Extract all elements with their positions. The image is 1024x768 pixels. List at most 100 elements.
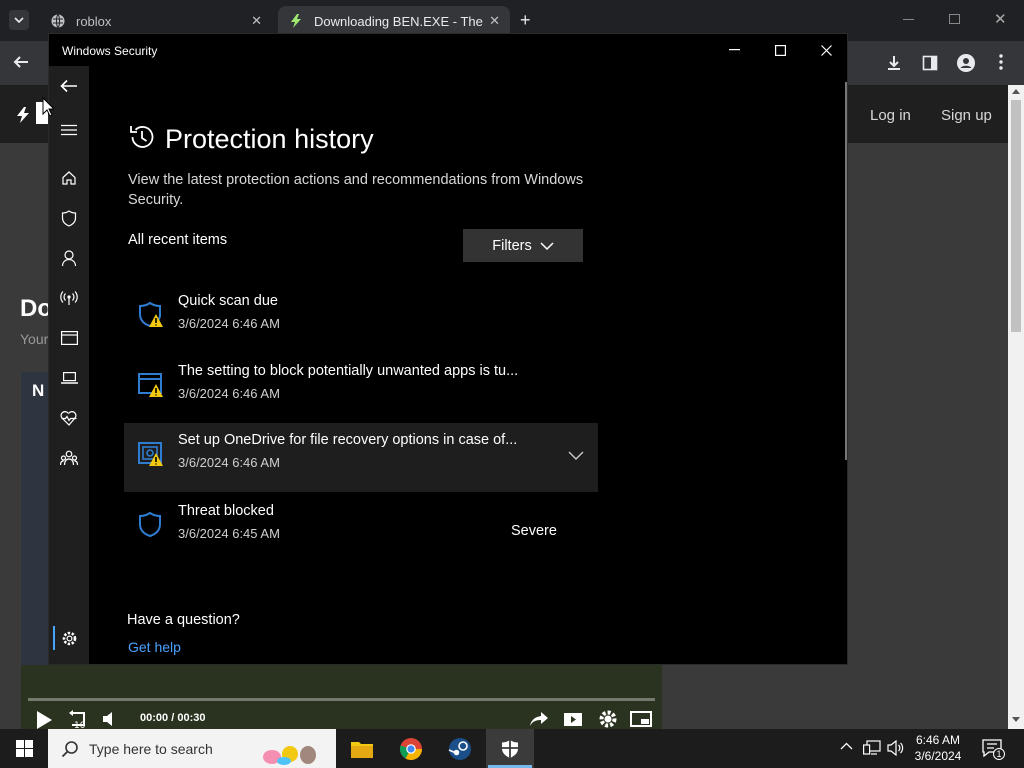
start-button[interactable] xyxy=(0,729,48,768)
taskbar-file-explorer[interactable] xyxy=(338,729,386,768)
nav-firewall[interactable] xyxy=(59,288,79,308)
search-icon xyxy=(61,740,78,757)
taskbar-clock[interactable]: 6:46 AM 3/6/2024 xyxy=(910,732,966,764)
volume-icon[interactable] xyxy=(887,740,905,756)
taskbar-chrome[interactable] xyxy=(387,729,435,768)
chrome-icon xyxy=(399,737,422,760)
steam-icon xyxy=(448,737,471,760)
settings-gear-icon[interactable] xyxy=(598,709,618,729)
maximize-button[interactable] xyxy=(757,34,803,66)
play-icon[interactable] xyxy=(35,710,53,730)
nav-virus-protection[interactable] xyxy=(59,208,79,228)
windows-logo-icon xyxy=(15,740,33,757)
taskbar-steam[interactable] xyxy=(436,729,484,768)
page-description: View the latest protection actions and r… xyxy=(128,172,584,208)
taskbar-search-box[interactable]: Type here to search xyxy=(48,729,336,768)
miniplayer-icon[interactable] xyxy=(630,711,652,727)
history-item-title: Threat blocked xyxy=(178,503,274,519)
nav-home[interactable] xyxy=(59,168,79,188)
minimize-browser-icon[interactable] xyxy=(903,19,914,20)
settings-selection-indicator xyxy=(53,626,55,650)
history-item-onedrive[interactable]: Set up OneDrive for file recovery option… xyxy=(124,423,598,492)
volume-muted-icon[interactable] xyxy=(101,710,119,728)
download-icon[interactable] xyxy=(885,54,903,72)
close-button[interactable] xyxy=(803,34,849,66)
signup-link[interactable]: Sign up xyxy=(941,107,992,124)
maximize-icon xyxy=(774,44,786,56)
history-item-title: Quick scan due xyxy=(178,293,278,309)
nav-device-security[interactable] xyxy=(59,368,79,388)
site-logo-icon xyxy=(291,14,301,28)
notification-center-button[interactable]: 1 xyxy=(982,739,1005,760)
shield-icon xyxy=(61,209,77,227)
history-item-date: 3/6/2024 6:46 AM xyxy=(178,455,280,470)
hamburger-icon xyxy=(61,124,77,136)
filters-label: Filters xyxy=(492,237,532,254)
nav-account-protection[interactable] xyxy=(59,248,79,268)
history-item-pua-setting[interactable]: The setting to block potentially unwante… xyxy=(124,354,598,422)
window-scrollbar[interactable] xyxy=(845,82,847,460)
onedrive-warning-icon xyxy=(137,440,167,470)
history-item-date: 3/6/2024 6:46 AM xyxy=(178,386,280,401)
shield-icon xyxy=(137,511,167,541)
video-progress-bar[interactable] xyxy=(28,698,655,701)
thumbnail-text: N xyxy=(32,381,45,400)
history-item-date: 3/6/2024 6:46 AM xyxy=(178,316,280,331)
history-icon xyxy=(128,123,156,151)
page-scrollbar[interactable] xyxy=(1008,85,1024,729)
back-arrow-icon xyxy=(60,79,77,93)
share-icon[interactable] xyxy=(529,711,549,727)
window-title: Windows Security xyxy=(62,44,158,58)
shield-warning-icon xyxy=(137,301,167,331)
scroll-up-icon[interactable] xyxy=(1012,89,1020,94)
browser-tab-roblox[interactable]: roblox ✕ xyxy=(40,6,272,36)
window-titlebar[interactable]: Windows Security xyxy=(49,34,847,66)
nav-family-options[interactable] xyxy=(59,448,79,468)
nav-app-browser-control[interactable] xyxy=(59,328,79,348)
watch-later-icon[interactable] xyxy=(563,711,583,727)
chevron-down-icon[interactable] xyxy=(568,451,584,460)
taskbar: Type here to search 6:46 AM 3/6/2024 1 xyxy=(0,729,1024,768)
scrollbar-thumb[interactable] xyxy=(1011,100,1021,332)
family-icon xyxy=(60,450,78,466)
filters-button[interactable]: Filters xyxy=(463,229,583,262)
nav-settings[interactable] xyxy=(59,628,79,648)
browser-tab-downloading[interactable]: Downloading BEN.EXE - The Co ✕ xyxy=(278,6,510,36)
profile-icon[interactable] xyxy=(956,53,976,73)
heart-pulse-icon xyxy=(60,410,77,426)
site-logo-icon[interactable] xyxy=(14,106,32,124)
get-help-link[interactable]: Get help xyxy=(128,639,181,655)
globe-icon xyxy=(51,14,65,28)
video-player[interactable]: 10 00:00 / 00:30 xyxy=(21,665,662,729)
close-browser-icon[interactable]: ✕ xyxy=(994,10,1007,28)
login-link[interactable]: Log in xyxy=(870,107,911,124)
back-arrow-icon[interactable] xyxy=(12,53,30,71)
home-icon xyxy=(62,171,76,185)
rewind-10-icon[interactable]: 10 xyxy=(67,709,89,729)
tab-search-button[interactable] xyxy=(9,10,29,30)
history-item-quick-scan[interactable]: Quick scan due 3/6/2024 6:46 AM xyxy=(124,284,598,352)
menu-dots-icon[interactable] xyxy=(999,54,1003,70)
scroll-down-icon[interactable] xyxy=(1012,717,1020,722)
side-panel-icon[interactable] xyxy=(922,55,938,71)
gear-icon xyxy=(62,631,76,645)
close-icon[interactable]: ✕ xyxy=(489,13,500,29)
browser-window-icon xyxy=(60,331,78,345)
history-item-date: 3/6/2024 6:45 AM xyxy=(178,526,280,541)
history-item-threat-blocked[interactable]: Threat blocked 3/6/2024 6:45 AM Severe xyxy=(124,494,598,562)
nav-device-performance[interactable] xyxy=(59,408,79,428)
shield-icon xyxy=(502,739,518,758)
show-hidden-icons-button[interactable] xyxy=(840,742,853,750)
back-button[interactable] xyxy=(59,76,79,96)
minimize-button[interactable] xyxy=(711,34,757,66)
person-icon xyxy=(61,249,77,266)
network-icon[interactable] xyxy=(863,740,881,756)
section-label: All recent items xyxy=(128,232,228,248)
taskbar-windows-security[interactable] xyxy=(486,729,534,768)
close-icon[interactable]: ✕ xyxy=(251,13,262,29)
clock-date: 3/6/2024 xyxy=(914,749,962,763)
new-tab-button[interactable]: + xyxy=(520,10,531,31)
restore-browser-icon[interactable] xyxy=(949,14,960,24)
notification-badge: 1 xyxy=(993,748,1005,760)
hamburger-menu-button[interactable] xyxy=(59,120,79,140)
